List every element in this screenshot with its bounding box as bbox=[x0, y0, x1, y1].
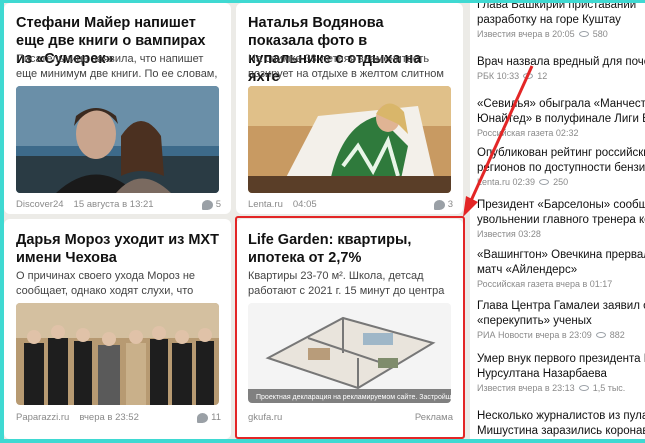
list-item[interactable]: Умер внук первого президента Каз Нурсулт… bbox=[477, 352, 645, 393]
card-source[interactable]: Paparazzi.ru bbox=[16, 412, 69, 423]
card-date: 15 августа в 13:21 bbox=[73, 199, 154, 210]
news-title-cont[interactable]: «перекупить» ученых bbox=[477, 314, 645, 329]
card-snippet: О причинах своего ухода Мороз не сообщае… bbox=[16, 270, 196, 297]
news-title-cont[interactable]: Юнайтед» в полуфинале Лиги Евро bbox=[477, 112, 645, 127]
news-title-cont[interactable]: разработку на горе Куштау bbox=[477, 13, 645, 28]
card-date: вчера в 23:52 bbox=[79, 412, 139, 423]
news-title-cont[interactable]: Нурсултана Назарбаева bbox=[477, 367, 645, 382]
card-title[interactable]: Дарья Мороз уходит из МХТ имени Чехова bbox=[16, 231, 221, 267]
news-title[interactable]: «Севилья» обыграла «Манчестер bbox=[477, 97, 645, 112]
views-icon bbox=[578, 31, 589, 37]
card-meta: Lenta.ru 04:05 3 bbox=[248, 199, 453, 210]
news-feed: Стефани Майер напишет еще две книги о ва… bbox=[4, 3, 645, 439]
list-item[interactable]: Опубликован рейтинг российских регионов … bbox=[477, 146, 645, 187]
news-title-cont[interactable]: увольнении главного тренера кома bbox=[477, 213, 645, 228]
views-icon bbox=[595, 332, 606, 338]
views-icon bbox=[523, 73, 534, 79]
ad-highlight-frame bbox=[235, 216, 465, 439]
news-title-cont[interactable]: регионов по доступности бензина bbox=[477, 161, 645, 176]
news-title[interactable]: Несколько журналистов из пула bbox=[477, 409, 645, 424]
card-meta: Paparazzi.ru вчера в 23:52 11 bbox=[16, 412, 221, 423]
comment-icon bbox=[201, 199, 213, 210]
card-meta: Discover24 15 августа в 13:21 5 bbox=[16, 199, 221, 210]
news-title-cont[interactable]: матч «Айлендерс» bbox=[477, 263, 645, 278]
news-card[interactable]: Стефани Майер напишет еще две книги о ва… bbox=[4, 3, 231, 214]
list-item[interactable]: Глава Центра Гамалеи заявил о пр «переку… bbox=[477, 299, 645, 340]
news-title[interactable]: Глава Башкирии приставании bbox=[477, 3, 645, 13]
list-item[interactable]: «Вашингтон» Овечкина прервал се матч «Ай… bbox=[477, 248, 645, 289]
news-title[interactable]: Глава Центра Гамалеи заявил о пр bbox=[477, 299, 645, 314]
card-source[interactable]: Discover24 bbox=[16, 199, 64, 210]
list-item[interactable]: Врач назвала вредный для почек п РБК 10:… bbox=[477, 55, 645, 81]
views-icon bbox=[578, 385, 589, 391]
card-image bbox=[16, 86, 219, 193]
comment-icon bbox=[197, 412, 209, 423]
news-title[interactable]: Президент «Барселоны» сообщил bbox=[477, 198, 645, 213]
comment-icon bbox=[433, 199, 445, 210]
news-meta: Lenta.ru 02:39 250 bbox=[477, 177, 569, 187]
news-title[interactable]: Опубликован рейтинг российских bbox=[477, 146, 645, 161]
comments-count[interactable]: 11 bbox=[197, 412, 221, 423]
list-item[interactable]: Глава Башкирии приставании разработку на… bbox=[477, 3, 645, 39]
views-icon bbox=[539, 179, 550, 185]
news-card[interactable]: Дарья Мороз уходит из МХТ имени Чехова О… bbox=[4, 219, 231, 439]
news-meta: РБК 10:33 12 bbox=[477, 71, 548, 81]
news-meta: Российская газета вчера в 01:17 bbox=[477, 279, 613, 289]
card-source[interactable]: Lenta.ru bbox=[248, 199, 283, 210]
card-image bbox=[248, 86, 451, 193]
news-meta: Российская газета 02:32 bbox=[477, 128, 579, 138]
list-item[interactable]: Несколько журналистов из пула Мишустина … bbox=[477, 409, 645, 439]
news-meta: Известия 03:28 bbox=[477, 229, 541, 239]
news-title[interactable]: Умер внук первого президента Каз bbox=[477, 352, 645, 367]
card-snippet: Писательница заявила, что напишет еще ми… bbox=[16, 53, 218, 80]
news-list: Глава Башкирии приставании разработку на… bbox=[470, 3, 645, 439]
comments-count[interactable]: 5 bbox=[201, 199, 221, 210]
news-card[interactable]: Наталья Водянова показала фото в купальн… bbox=[236, 3, 463, 214]
comments-count[interactable]: 3 bbox=[433, 199, 453, 210]
card-snippet: На снимке 38-летняя знаменитость позируе… bbox=[248, 53, 444, 80]
list-item[interactable]: «Севилья» обыграла «Манчестер Юнайтед» в… bbox=[477, 97, 645, 138]
news-meta: РИА Новости вчера в 23:09 882 bbox=[477, 330, 625, 340]
card-date: 04:05 bbox=[292, 199, 317, 210]
card-image bbox=[16, 303, 219, 405]
news-title[interactable]: «Вашингтон» Овечкина прервал се bbox=[477, 248, 645, 263]
news-title-cont[interactable]: Мишустина заразились коронави bbox=[477, 424, 645, 439]
news-meta: Известия вчера в 20:05 580 bbox=[477, 29, 608, 39]
news-title[interactable]: Врач назвала вредный для почек п bbox=[477, 55, 645, 70]
list-item[interactable]: Президент «Барселоны» сообщил увольнении… bbox=[477, 198, 645, 239]
news-meta: Известия вчера в 23:13 1,5 тыс. bbox=[477, 383, 626, 393]
